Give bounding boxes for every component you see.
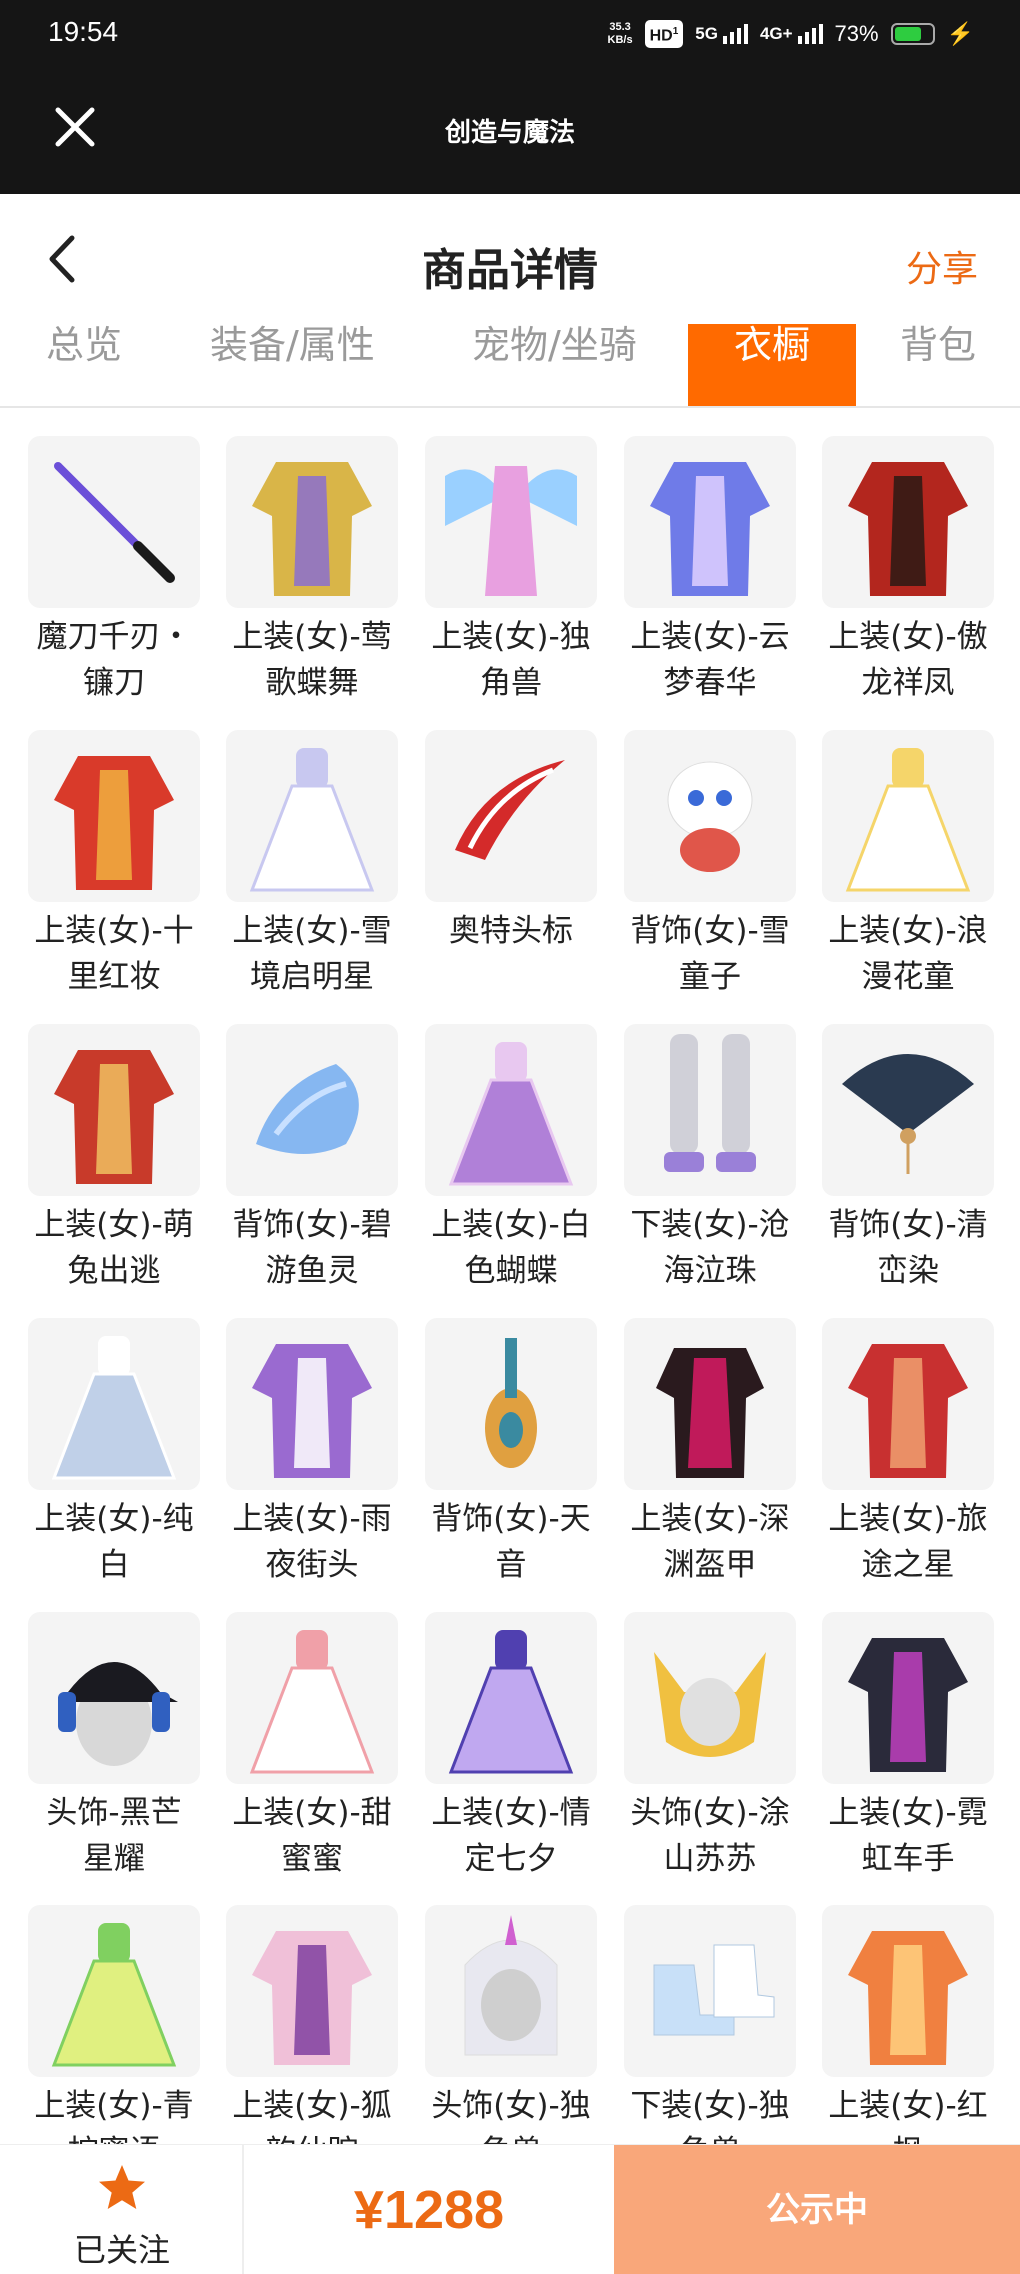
dress-icon [226,1612,398,1784]
tab-bag[interactable]: 背包 [900,324,976,406]
boots-icon [624,1905,796,2077]
wardrobe-item-label: 头饰-黑芒 星耀 [46,1795,182,1877]
water-spirit-icon [226,1024,398,1196]
fox-head-icon [624,1612,796,1784]
lute-icon [425,1318,597,1490]
wardrobe-item-label: 背饰(女)-天音 [431,1501,591,1583]
winged-dress-icon [425,436,597,608]
outfit-icon [624,436,796,608]
tab-bar: 总览 装备/属性 宠物/坐骑 衣橱 背包 [0,324,1020,408]
wardrobe-item-label: 上装(女)-情 定七夕 [431,1795,591,1877]
wardrobe-item-label: 上装(女)-傲 龙祥凤 [828,619,988,701]
wardrobe-item-label: 上装(女)-独 角兽 [431,619,591,701]
outfit-icon [226,436,398,608]
wardrobe-item-label: 上装(女)-狐韵仙踪 [232,2088,392,2144]
dress-icon [822,730,994,902]
outfit-icon [822,1905,994,2077]
outfit-icon [226,1318,398,1490]
charging-icon: ⚡ [946,21,974,46]
page-header: 商品详情 分享 [0,194,1020,324]
headband-icon [425,730,597,902]
wardrobe-item-label: 背饰(女)-雪 童子 [630,913,790,995]
snow-doll-icon [624,730,796,902]
bottom-bar: 已关注 ¥1288 公示中 [0,2144,1020,2274]
dress-icon [425,1612,597,1784]
tab-equipment[interactable]: 装备/属性 [210,324,375,406]
wardrobe-item-label: 上装(女)-甜 蜜蜜 [232,1795,392,1877]
outfit-icon [226,1905,398,2077]
battery-icon [890,23,935,45]
wardrobe-item-label: 上装(女)-云 梦春华 [630,619,790,701]
wardrobe-item-label: 上装(女)-雨 夜街头 [232,1501,392,1583]
wardrobe-item-label: 头饰(女)-独角兽 [431,2088,591,2144]
outfit-icon [28,1024,200,1196]
status-bar: 19:54 35.3 KB/s HD1 5G 4G+ 73% ⚡ [0,0,1020,66]
outfit-icon [822,1612,994,1784]
wardrobe-item-label: 上装(女)-纯白 [34,1501,194,1583]
wardrobe-item-label: 上装(女)-深 渊盔甲 [630,1501,790,1583]
armor-icon [624,1318,796,1490]
net-speed: 35.3 KB/s [607,21,633,46]
outfit-icon [28,730,200,902]
fan-icon [822,1024,994,1196]
share-button[interactable]: 分享 [906,240,978,292]
tab-overview[interactable]: 总览 [46,324,122,406]
follow-button[interactable]: 已关注 [0,2145,244,2274]
wardrobe-item-label: 上装(女)-红枫 [828,2088,988,2144]
follow-label: 已关注 [73,2231,170,2269]
tab-wardrobe[interactable]: 衣橱 [688,324,856,406]
price: ¥1288 [353,2180,505,2240]
outfit-icon [822,436,994,608]
wardrobe-grid: 魔刀千刃・ 镰刀 上装(女)-莺 歌蝶舞 上装(女)-独 角兽 上装(女)-云 梦春华 上装(女… [0,408,1020,2144]
status-indicators: 35.3 KB/s HD1 5G 4G+ 73% ⚡ [608,14,974,54]
wardrobe-item-label: 上装(女)-莺 歌蝶舞 [232,619,392,701]
status-time: 19:54 [48,16,119,47]
wardrobe-item-label: 背饰(女)-清 峦染 [828,1207,988,1289]
cap-headphones-icon [28,1612,200,1784]
legs-icon [624,1024,796,1196]
wardrobe-item-label: 上装(女)-十 里红妆 [34,913,194,995]
app-bar: 创造与魔法 [0,66,1020,194]
unicorn-hood-icon [425,1905,597,2077]
wardrobe-item-label: 下装(女)-沧 海泣珠 [630,1207,790,1289]
status-button[interactable]: 公示中 [614,2145,1020,2274]
wardrobe-item-label: 头饰(女)-涂 山苏苏 [630,1795,790,1877]
wardrobe-item-label: 上装(女)-浪 漫花童 [828,913,988,995]
dress-icon [28,1905,200,2077]
wardrobe-item-label: 上装(女)-霓 虹车手 [828,1795,988,1877]
wardrobe-item-label: 下装(女)-独角兽 [630,2088,790,2144]
dress-icon [28,1318,200,1490]
wardrobe-item-label: 上装(女)-青柠蜜语 [34,2088,194,2144]
wardrobe-item-label: 奥特头标 [449,913,573,949]
wardrobe-item-label: 魔刀千刃・ 镰刀 [36,619,192,701]
outfit-icon [822,1318,994,1490]
wardrobe-item-label: 上装(女)-萌 兔出逃 [34,1207,194,1289]
battery-percent: 73% [834,21,879,46]
wardrobe-item-label: 背饰(女)-碧 游鱼灵 [232,1207,392,1289]
page-title: 商品详情 [422,245,598,296]
dress-icon [425,1024,597,1196]
blade-icon [28,436,200,608]
hd-badge: HD1 [644,19,684,49]
wardrobe-item-label: 上装(女)-雪 境启明星 [232,913,392,995]
app-title: 创造与魔法 [444,118,575,148]
dress-icon [226,730,398,902]
wardrobe-item-label: 上装(女)-旅 途之星 [828,1501,988,1583]
star-icon [99,2165,145,2209]
tab-pets[interactable]: 宠物/坐骑 [472,324,637,406]
signal-5g-icon: 5G [695,24,748,44]
signal-4g-icon: 4G+ [760,24,823,44]
wardrobe-item-label: 上装(女)-白 色蝴蝶 [431,1207,591,1289]
